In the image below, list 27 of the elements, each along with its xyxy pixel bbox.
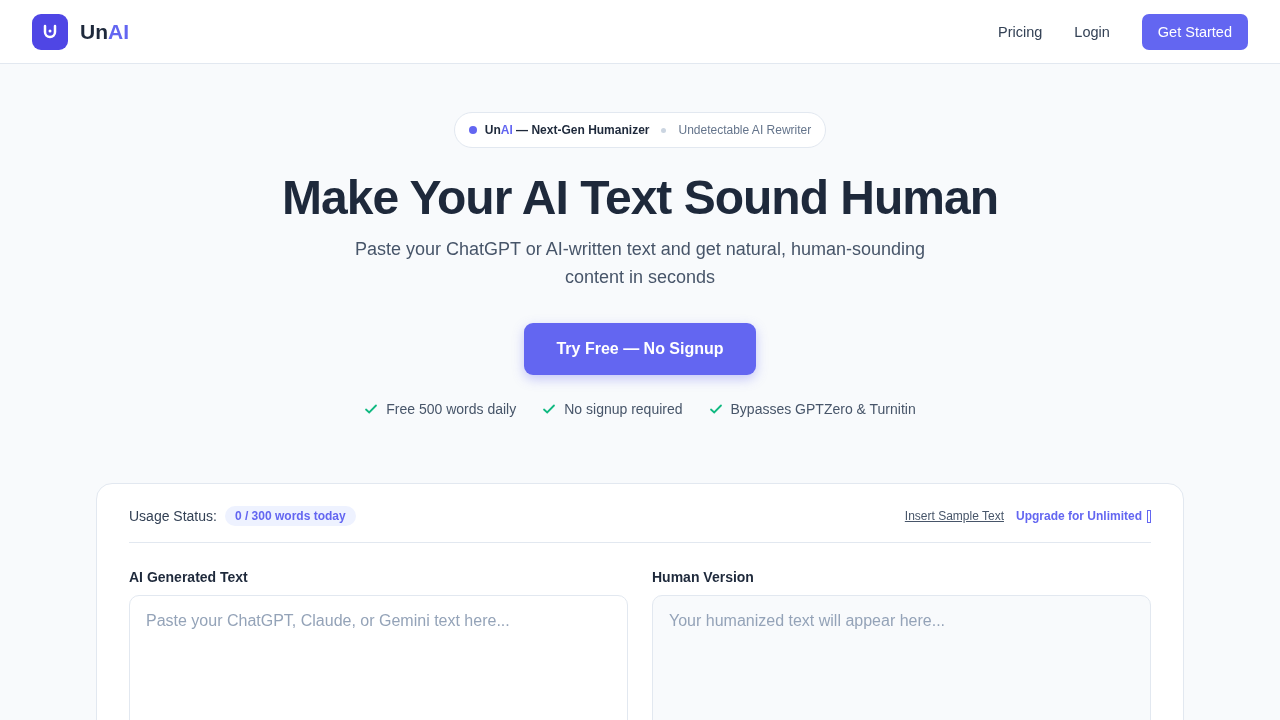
insert-sample-link[interactable]: Insert Sample Text [904, 509, 1004, 523]
badge-title: UnAI — Next-Gen Humanizer [484, 123, 650, 137]
badge-subtitle: Undetectable AI Rewriter [678, 123, 812, 137]
nav-link[interactable]: Login [1074, 23, 1110, 40]
hero-title: Make Your AI Text Sound Human [282, 170, 998, 225]
check-icon [364, 402, 379, 416]
brand-name[interactable]: UnAI [80, 19, 129, 44]
bar-icon [1147, 509, 1151, 523]
dot-icon [468, 126, 477, 134]
get-started-button[interactable]: Get Started [1141, 13, 1248, 50]
output-field[interactable]: Your humanized text will appear here... [652, 595, 1151, 720]
logo-icon [32, 13, 68, 50]
panel-label: Human Version [652, 569, 755, 585]
input-field[interactable]: Paste your ChatGPT, Claude, or Gemini text here... [129, 595, 628, 720]
panel-label: AI Generated Text [129, 569, 249, 585]
upgrade-link[interactable]: Upgrade for Unlimited [1016, 509, 1142, 523]
nav-link[interactable]: Pricing [998, 23, 1043, 40]
feature-text: No signup required [564, 401, 683, 417]
usage-label: Usage Status: [129, 508, 217, 524]
feature-text: Free 500 words daily [386, 401, 517, 417]
usage-count: 0 / 300 words today [224, 506, 356, 526]
check-icon [708, 402, 723, 416]
try-free-button[interactable]: Try Free — No Signup [524, 323, 756, 375]
check-icon [542, 402, 557, 416]
hero-subtitle: Paste your ChatGPT or AI-written text and get natural, human-sounding content in seconds [354, 238, 926, 289]
feature-text: Bypasses GPTZero & Turnitin [730, 401, 916, 417]
dot-icon [661, 127, 667, 133]
